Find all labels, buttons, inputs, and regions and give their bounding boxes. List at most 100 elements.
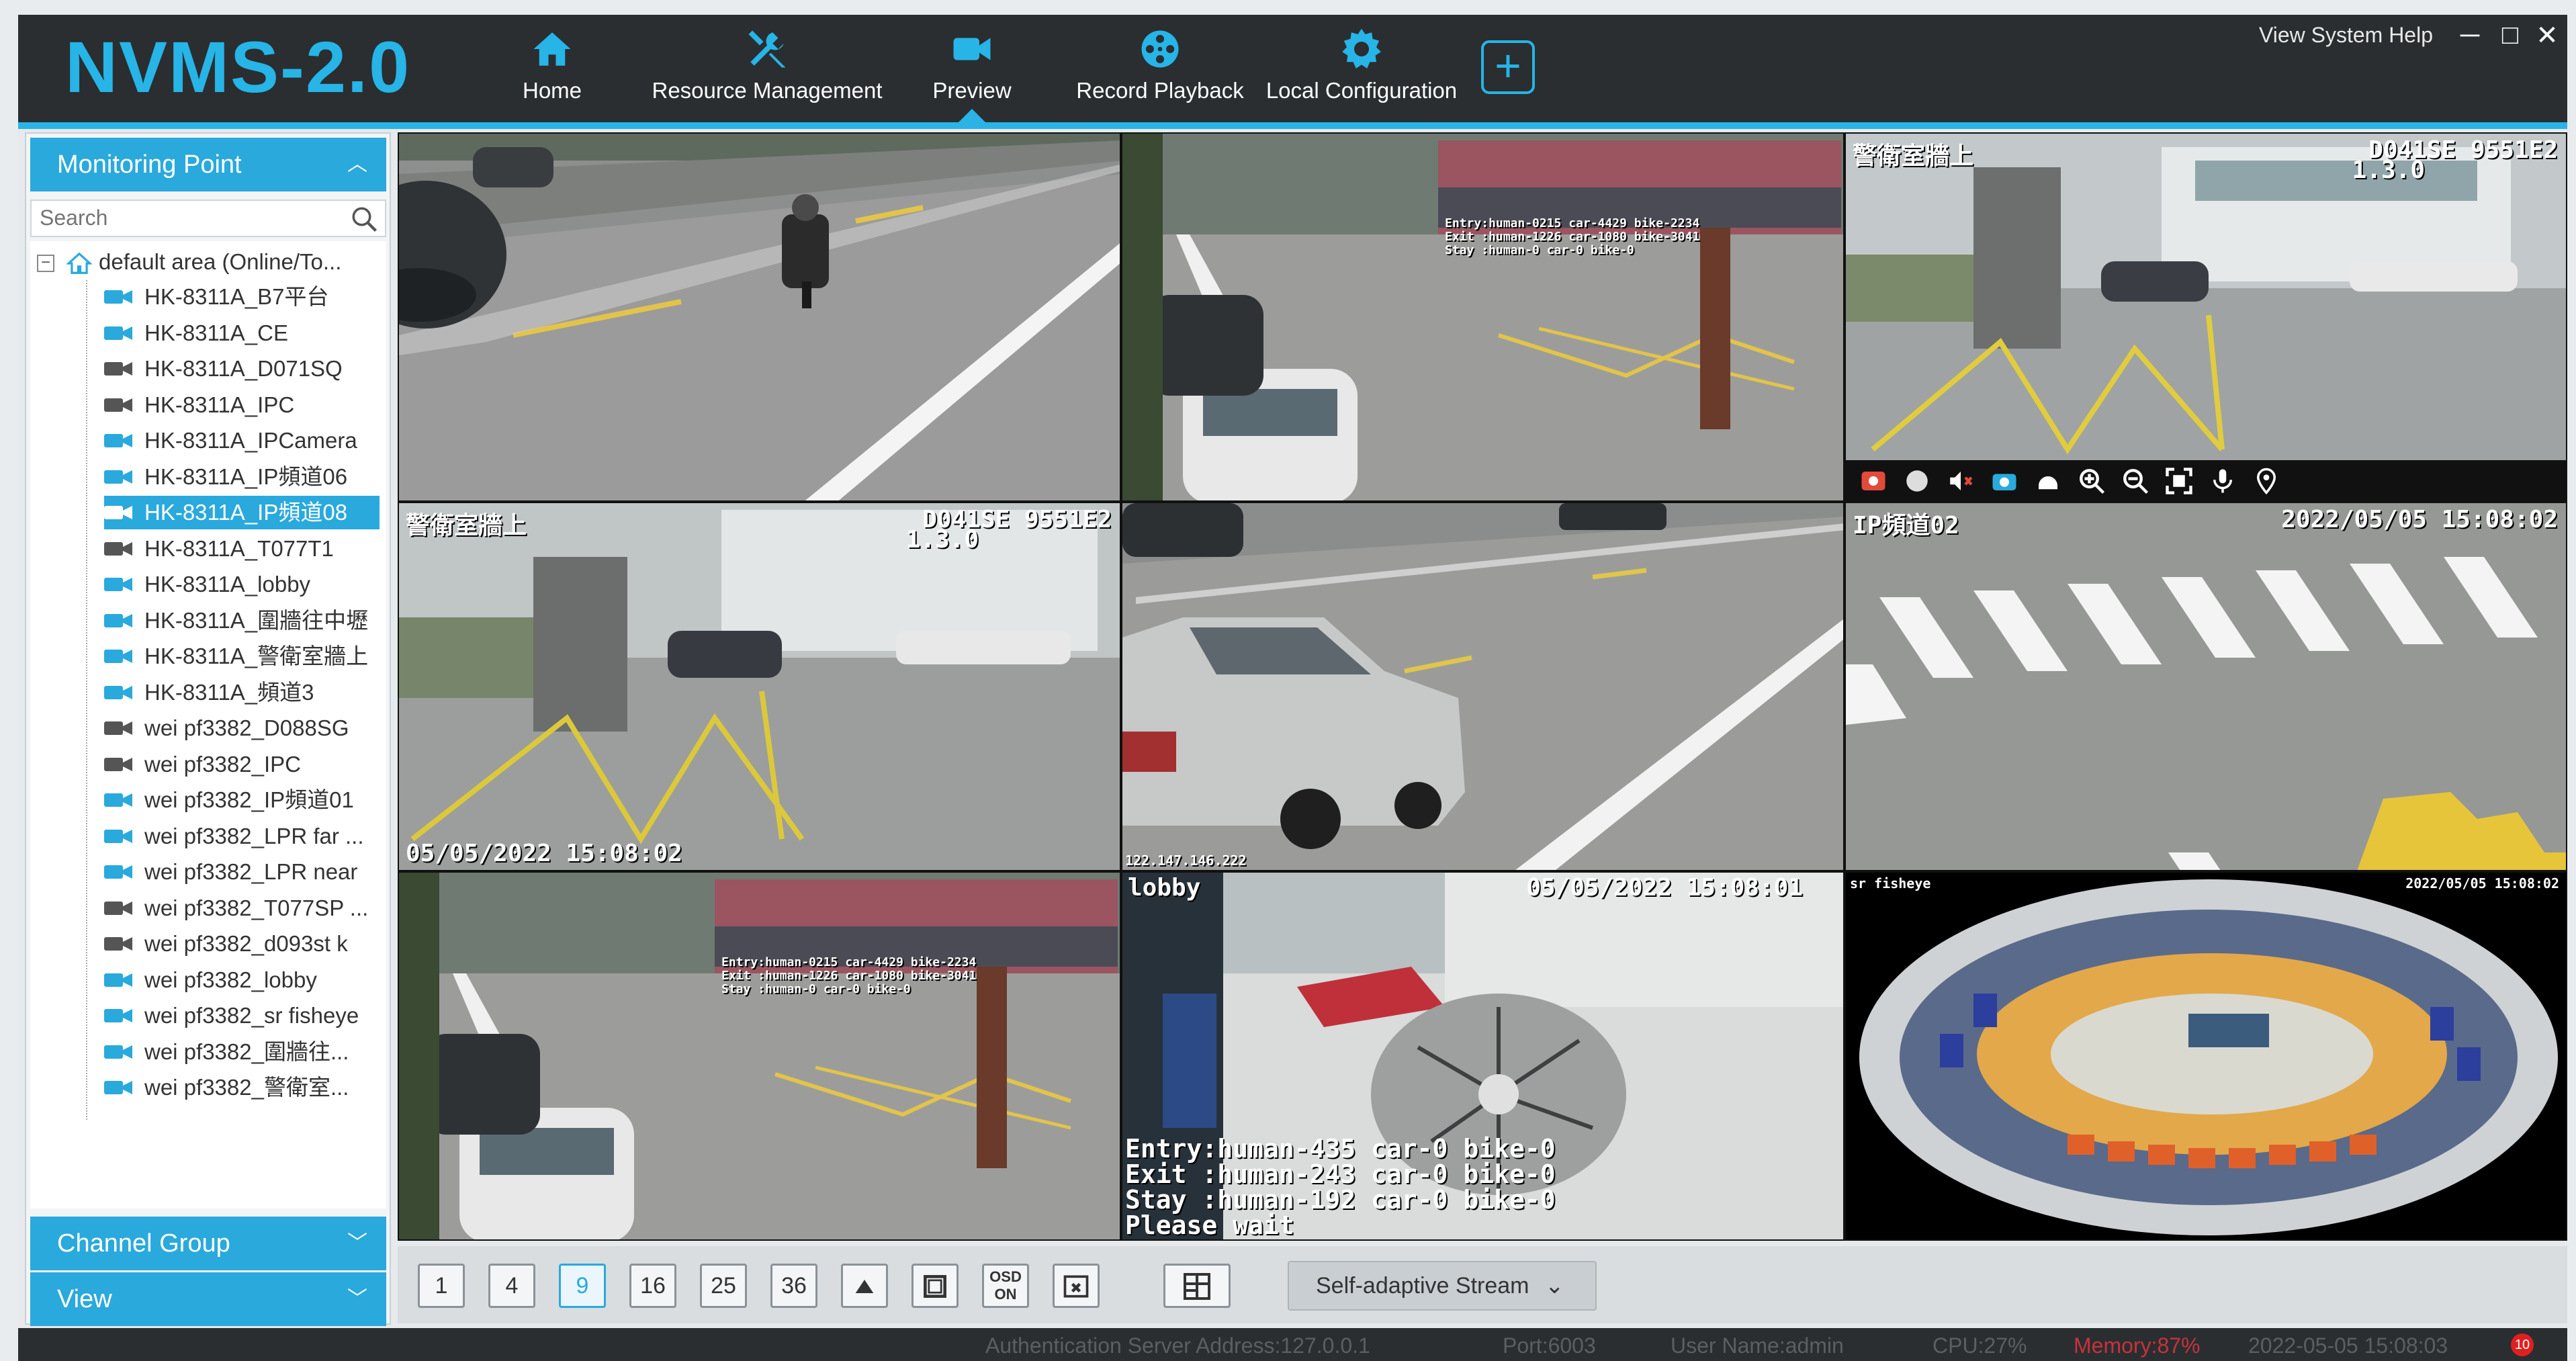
zoom-out-icon[interactable]	[2121, 467, 2149, 495]
channel-group-label: Channel Group	[57, 1229, 230, 1258]
custom-layout-icon[interactable]	[841, 1264, 888, 1308]
layout-16-button[interactable]: 16	[629, 1264, 676, 1308]
record-icon[interactable]	[1903, 467, 1931, 495]
maximize-icon[interactable]: □	[2493, 20, 2527, 50]
fit-screen-icon[interactable]	[2165, 467, 2193, 495]
tree-channel-item[interactable]: wei pf3382_IPC	[104, 748, 380, 781]
add-tab-button[interactable]: +	[1481, 40, 1535, 94]
search-field[interactable]	[30, 200, 386, 237]
stream-type-select[interactable]: Self-adaptive Stream ⌄	[1288, 1261, 1597, 1311]
tree-channel-item[interactable]: wei pf3382_LPR near	[104, 855, 380, 889]
ptz-icon[interactable]	[2034, 467, 2062, 495]
tree-channel-label: HK-8311A_警衛室牆上	[144, 644, 369, 668]
camera-online-icon	[104, 434, 132, 447]
monitoring-point-header[interactable]: Monitoring Point ︿	[30, 138, 386, 191]
nav-local-configuration-button[interactable]: Local Configuration	[1261, 27, 1462, 118]
nav-home-button[interactable]: Home	[502, 27, 603, 118]
film-reel-icon	[1069, 27, 1251, 71]
layout-9-button[interactable]: 9	[559, 1264, 606, 1308]
camera-online-icon	[104, 829, 132, 843]
layout-4-button[interactable]: 4	[488, 1264, 535, 1308]
cell-3-title: 警衛室牆上	[1853, 142, 1974, 170]
app-logo: NVMS-2.0	[65, 26, 411, 107]
tree-channel-item[interactable]: wei pf3382_D088SG	[104, 711, 380, 745]
nav-record-playback-button[interactable]: Record Playback	[1069, 27, 1251, 118]
device-tree: − default area (Online/To... HK-8311A_B7平…	[30, 241, 386, 1209]
tree-channel-label: wei pf3382_IPC	[144, 751, 301, 777]
tree-channel-item[interactable]: HK-8311A_頻道3	[104, 676, 380, 709]
collapse-icon[interactable]: −	[37, 255, 54, 273]
system-menu[interactable]: View System Help	[2259, 23, 2433, 48]
close-icon[interactable]: ✕	[2530, 20, 2564, 51]
tree-channel-item[interactable]: HK-8311A_圍牆往中壢	[104, 604, 380, 638]
tree-channel-item[interactable]: HK-8311A_IPCamera	[104, 424, 380, 457]
video-cell-3-selected[interactable]: 警衛室牆上 D041SE 9551E2 1.3.0	[1845, 132, 2567, 502]
minimize-icon[interactable]: ─	[2453, 20, 2487, 50]
close-all-icon[interactable]	[1053, 1264, 1100, 1308]
tree-channel-item[interactable]: HK-8311A_IP頻道06	[104, 460, 380, 494]
tree-channel-item[interactable]: HK-8311A_lobby	[104, 568, 380, 601]
tree-channel-item[interactable]: wei pf3382_圍牆往...	[104, 1035, 380, 1069]
camera-offline-icon	[104, 901, 132, 915]
tree-channel-label: wei pf3382_T077SP ...	[144, 895, 369, 920]
channel-group-header[interactable]: Channel Group ﹀	[30, 1217, 386, 1270]
osd-toggle-button[interactable]: OSD ON	[982, 1264, 1029, 1308]
header-accent-line	[18, 122, 2567, 129]
snapshot-icon[interactable]	[1990, 467, 2018, 495]
video-cell-8[interactable]: lobby 05/05/2022 15:08:01 Entry:human-43…	[1121, 871, 1845, 1241]
camera-offline-icon	[104, 362, 132, 376]
tree-channel-item[interactable]: HK-8311A_警衛室牆上	[104, 640, 380, 673]
full-screen-icon[interactable]	[912, 1264, 959, 1308]
video-cell-7[interactable]: Entry:human-0215 car-4429 bike-2234 Exit…	[398, 871, 1121, 1241]
microphone-icon[interactable]	[2209, 467, 2237, 495]
tree-channel-label: wei pf3382_IP頻道01	[144, 787, 354, 812]
tree-channel-item[interactable]: wei pf3382_IP頻道01	[104, 783, 380, 817]
nav-resource-management-button[interactable]: Resource Management	[633, 27, 901, 118]
camera-online-icon	[104, 793, 132, 807]
tree-channel-item[interactable]: wei pf3382_lobby	[104, 963, 380, 997]
cell-9-timestamp: 2022/05/05 15:08:02	[2405, 875, 2559, 891]
tree-channel-item[interactable]: wei pf3382_警衛室...	[104, 1071, 380, 1104]
nav-record-playback-label: Record Playback	[1076, 78, 1244, 103]
search-input[interactable]	[32, 201, 327, 234]
video-cell-2[interactable]: Entry:human-0215 car-4429 bike-2234 Exit…	[1121, 132, 1845, 502]
tree-channel-label: wei pf3382_LPR near	[144, 859, 358, 884]
tree-channel-item[interactable]: HK-8311A_CE	[104, 316, 380, 350]
tree-channel-item[interactable]: wei pf3382_LPR far ...	[104, 820, 380, 853]
video-cell-9[interactable]: sr fisheye 2022/05/05 15:08:02	[1845, 871, 2567, 1241]
tree-channel-item[interactable]: wei pf3382_T077SP ...	[104, 891, 380, 925]
stop-preview-icon[interactable]	[1859, 467, 1887, 495]
video-camera-icon	[918, 27, 1026, 71]
tree-root-node[interactable]: − default area (Online/To...	[37, 249, 341, 280]
video-cell-4[interactable]: 警衛室牆上 D041SE 9551E2 1.3.0 05/05/2022 15:…	[398, 502, 1121, 871]
tree-channel-item[interactable]: HK-8311A_IP頻道08	[104, 496, 380, 529]
layout-36-button[interactable]: 36	[770, 1264, 817, 1308]
cell-8-timestamp: 05/05/2022 15:08:01	[1526, 874, 1803, 902]
chevron-up-icon: ︿	[347, 153, 367, 175]
tree-channel-item[interactable]: HK-8311A_T077T1	[104, 532, 380, 566]
location-pin-icon[interactable]	[2252, 467, 2280, 495]
zoom-in-icon[interactable]	[2078, 467, 2106, 495]
count-overlay: Entry:human-0215 car-4429 bike-2234 Exit…	[721, 955, 977, 996]
layout-settings-icon[interactable]	[1163, 1264, 1231, 1308]
tree-channel-item[interactable]: wei pf3382_d093st k	[104, 927, 380, 961]
layout-25-button[interactable]: 25	[700, 1264, 747, 1308]
alarm-count-badge[interactable]: 10	[2511, 1333, 2534, 1356]
layout-1-button[interactable]: 1	[418, 1264, 465, 1308]
tree-channel-label: HK-8311A_IPC	[144, 392, 295, 417]
mute-icon[interactable]	[1947, 467, 1975, 495]
view-header[interactable]: View ﹀	[30, 1272, 386, 1326]
tree-channel-item[interactable]: HK-8311A_B7平台	[104, 280, 380, 314]
cell-4-sub: 1.3.0	[905, 526, 979, 554]
tree-channel-item[interactable]: wei pf3382_sr fisheye	[104, 999, 380, 1033]
video-cell-1[interactable]	[398, 132, 1121, 502]
video-cell-6[interactable]: IP頻道02 2022/05/05 15:08:02	[1845, 502, 2567, 871]
tree-channel-item[interactable]: HK-8311A_D071SQ	[104, 352, 380, 386]
search-icon[interactable]	[350, 205, 378, 233]
video-cell-5[interactable]: 122.147.146.222	[1121, 502, 1845, 871]
tree-channel-label: wei pf3382_lobby	[144, 967, 317, 992]
tree-channel-item[interactable]: HK-8311A_IPC	[104, 388, 380, 422]
status-memory: Memory:87%	[2074, 1333, 2201, 1358]
nav-preview-button[interactable]: Preview	[918, 27, 1026, 118]
cell-4-timestamp: 05/05/2022 15:08:02	[406, 840, 682, 867]
